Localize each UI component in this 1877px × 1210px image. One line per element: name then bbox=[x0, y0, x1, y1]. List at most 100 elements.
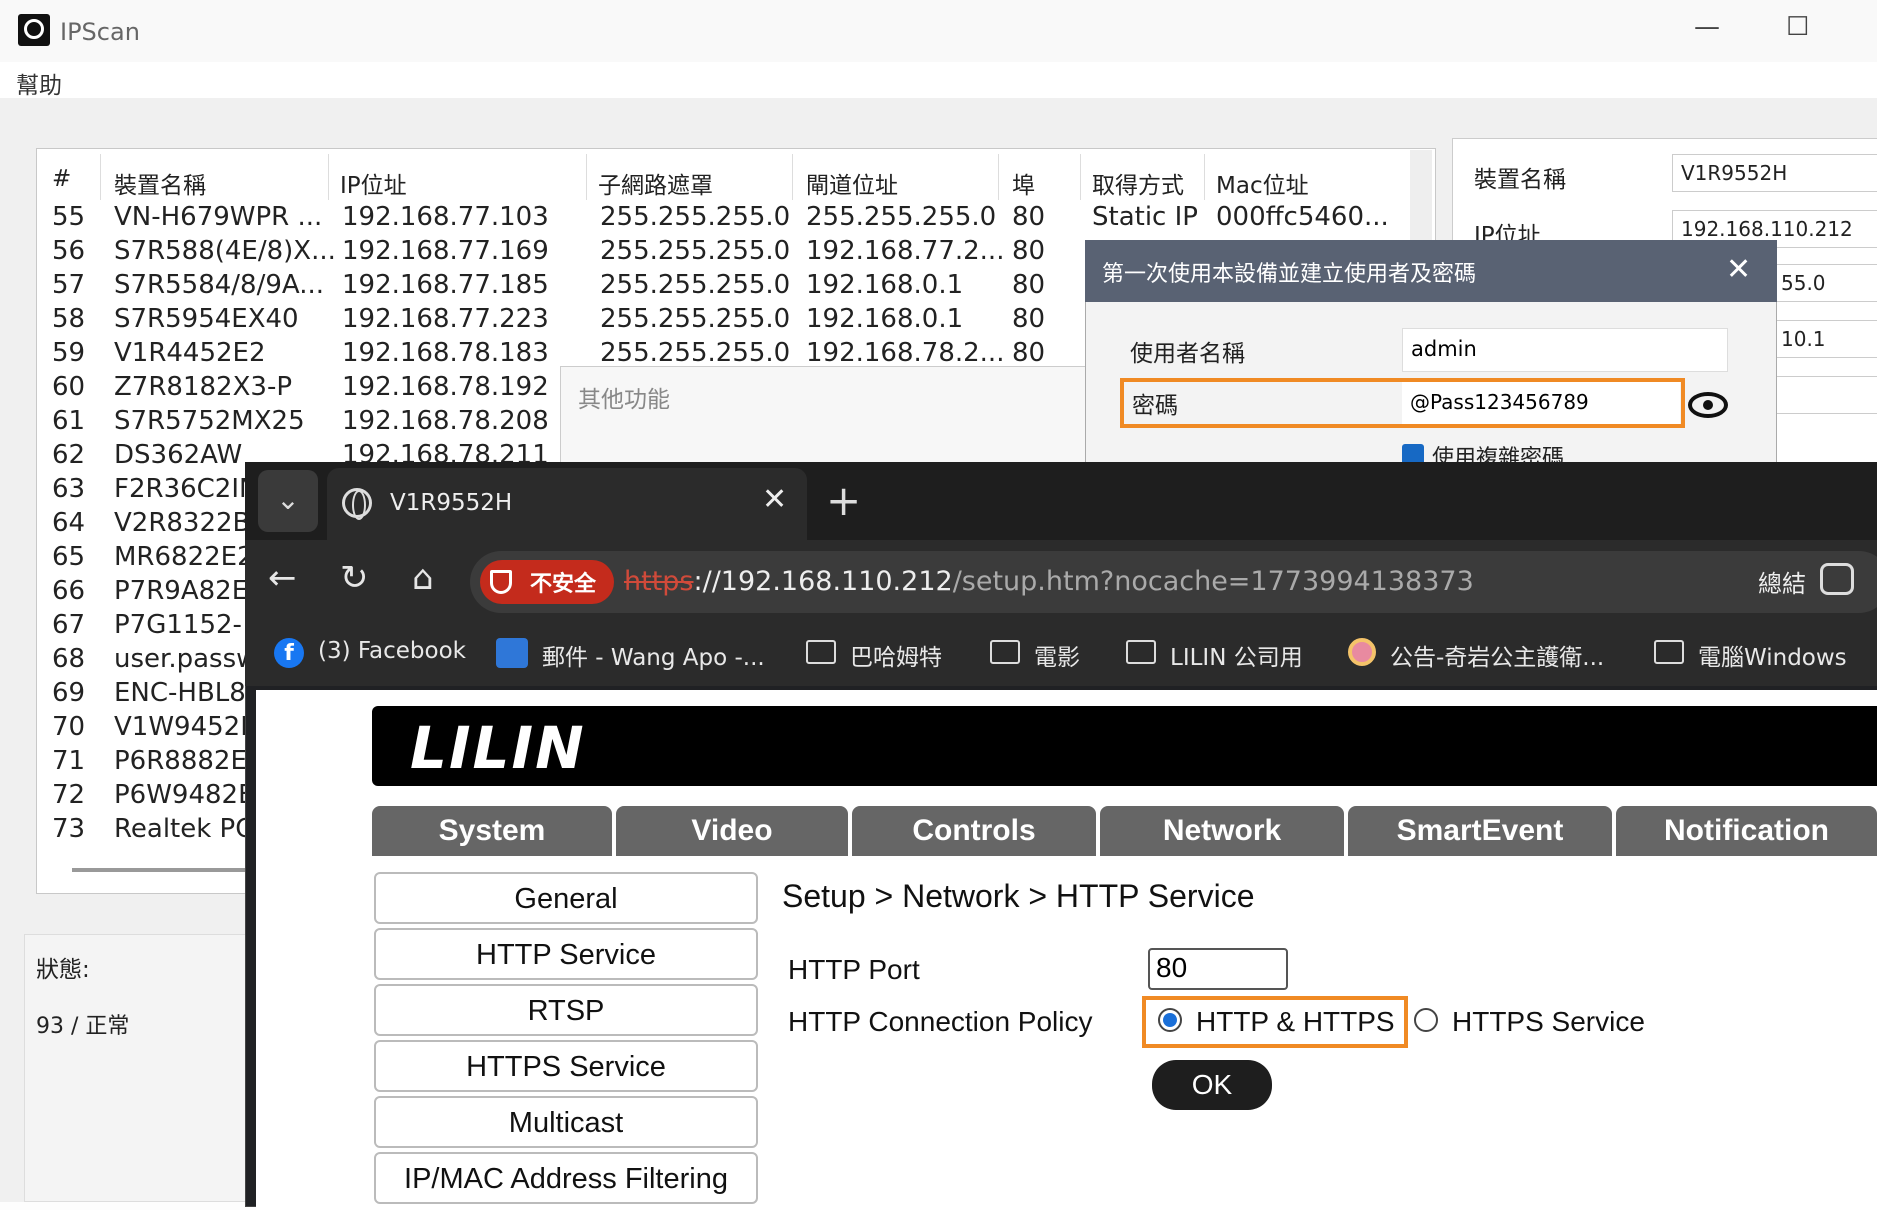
summary-label[interactable]: 總結 bbox=[1758, 564, 1806, 599]
table-cell: 192.168.78.183 bbox=[342, 338, 549, 368]
password-highlight bbox=[1120, 378, 1685, 428]
home-icon[interactable]: ⌂ bbox=[412, 558, 434, 598]
device-name-field[interactable]: V1R9552H bbox=[1672, 154, 1877, 192]
status-value: 93 / 正常 bbox=[36, 1014, 130, 1039]
ok-button[interactable]: OK bbox=[1152, 1060, 1272, 1110]
folder-icon bbox=[1654, 640, 1684, 664]
col-header-method[interactable]: 取得方式 bbox=[1092, 166, 1184, 200]
col-header-port[interactable]: 埠 bbox=[1012, 166, 1035, 200]
breadcrumb: Setup > Network > HTTP Service bbox=[782, 878, 1255, 914]
table-cell: V1R4452E2 bbox=[114, 338, 266, 368]
table-cell: V1W9452E bbox=[114, 712, 257, 742]
site-icon bbox=[1348, 638, 1376, 666]
nav-video[interactable]: Video bbox=[616, 806, 848, 856]
table-cell: 60 bbox=[52, 372, 86, 402]
radio-https-service[interactable] bbox=[1414, 1008, 1438, 1032]
http-port-input[interactable]: 80 bbox=[1148, 948, 1288, 990]
table-cell: 192.168.0.1 bbox=[806, 304, 964, 334]
menu-help[interactable]: 幫助 bbox=[16, 66, 62, 100]
url-path: /setup.htm?nocache=1773994138373 bbox=[952, 566, 1474, 597]
col-divider bbox=[328, 154, 329, 200]
facebook-icon: f bbox=[274, 638, 304, 668]
table-cell: S7R5954EX40 bbox=[114, 304, 299, 334]
app-title: IPScan bbox=[60, 18, 140, 46]
menu-bar bbox=[0, 62, 1877, 98]
tab-list-button[interactable]: ⌄ bbox=[258, 470, 318, 532]
port-field[interactable] bbox=[1772, 376, 1877, 414]
col-header-mask[interactable]: 子網路遮罩 bbox=[598, 166, 713, 200]
table-cell: 69 bbox=[52, 678, 86, 708]
gateway-field[interactable]: 10.1 bbox=[1772, 320, 1877, 358]
bookmark-bahamut[interactable]: 巴哈姆特 bbox=[850, 638, 942, 672]
table-cell: 58 bbox=[52, 304, 86, 334]
nav-smartevent[interactable]: SmartEvent bbox=[1348, 806, 1612, 856]
subnet-field[interactable]: 55.0 bbox=[1772, 264, 1877, 302]
bookmark-announcement[interactable]: 公告-奇岩公主護衛... bbox=[1390, 638, 1604, 672]
dialog-close-button[interactable]: ✕ bbox=[1726, 252, 1751, 287]
table-cell: P6R8882E2 bbox=[114, 746, 264, 776]
table-cell: 59 bbox=[52, 338, 86, 368]
table-cell: Realtek PC bbox=[114, 814, 254, 844]
col-header-mac[interactable]: Mac位址 bbox=[1216, 166, 1309, 200]
side-https-service[interactable]: HTTPS Service bbox=[374, 1040, 758, 1092]
table-cell: V2R8322BI bbox=[114, 508, 259, 538]
col-header-gateway[interactable]: 閘道位址 bbox=[806, 166, 898, 200]
bookmark-mail[interactable]: 郵件 - Wang Apo -... bbox=[542, 638, 765, 672]
back-icon[interactable]: ← bbox=[268, 558, 297, 598]
copilot-icon[interactable] bbox=[1820, 563, 1854, 595]
radio-http-https[interactable] bbox=[1158, 1008, 1182, 1032]
tab-close-button[interactable]: ✕ bbox=[762, 482, 787, 517]
policy-label: HTTP Connection Policy bbox=[788, 1006, 1093, 1037]
side-http-service[interactable]: HTTP Service bbox=[374, 928, 758, 980]
other-functions-title: 其他功能 bbox=[578, 387, 670, 413]
table-cell: S7R5584/8/9A... bbox=[114, 270, 325, 300]
nav-system[interactable]: System bbox=[372, 806, 612, 856]
col-divider bbox=[100, 154, 101, 200]
table-scrollbar[interactable] bbox=[1410, 150, 1432, 250]
col-header-index[interactable]: # bbox=[52, 166, 71, 192]
url-text[interactable]: https://192.168.110.212/setup.htm?nocach… bbox=[624, 566, 1474, 597]
bookmark-movies[interactable]: 電影 bbox=[1034, 638, 1080, 672]
table-cell: 55 bbox=[52, 202, 86, 232]
table-cell: MR6822E2 bbox=[114, 542, 254, 572]
bookmark-lilin[interactable]: LILIN 公司用 bbox=[1170, 638, 1303, 672]
http-port-label: HTTP Port bbox=[788, 954, 920, 985]
table-cell: 255.255.255.0 bbox=[600, 270, 791, 300]
url-scheme: https bbox=[624, 566, 694, 597]
col-divider bbox=[1080, 154, 1081, 200]
username-field[interactable]: admin bbox=[1402, 328, 1728, 372]
search-app-icon bbox=[18, 14, 50, 46]
table-cell: F2R36C2IN bbox=[114, 474, 259, 504]
eye-icon[interactable] bbox=[1688, 392, 1728, 418]
maximize-button[interactable]: ☐ bbox=[1786, 12, 1809, 42]
table-row[interactable]: 55 VN-H679WPR ... 192.168.77.103 255.255.25… bbox=[52, 202, 1402, 236]
dialog-title: 第一次使用本設備並建立使用者及密碼 bbox=[1102, 262, 1477, 287]
table-cell: 67 bbox=[52, 610, 86, 640]
bookmark-windows[interactable]: 電腦Windows bbox=[1698, 638, 1847, 672]
table-cell: 72 bbox=[52, 780, 86, 810]
lilin-logo: LILIN bbox=[410, 714, 586, 782]
nav-controls[interactable]: Controls bbox=[852, 806, 1096, 856]
col-header-name[interactable]: 裝置名稱 bbox=[114, 166, 206, 200]
nav-notification[interactable]: Notification bbox=[1616, 806, 1877, 856]
side-general[interactable]: General bbox=[374, 872, 758, 924]
table-cell: ENC-HBL8 bbox=[114, 678, 246, 708]
table-cell: 255.255.255.0 bbox=[600, 304, 791, 334]
table-cell: 192.168.77.185 bbox=[342, 270, 549, 300]
table-cell: 80 bbox=[1012, 270, 1046, 300]
bookmark-facebook[interactable]: (3) Facebook bbox=[318, 638, 466, 664]
new-tab-button[interactable]: + bbox=[826, 476, 861, 525]
folder-icon bbox=[806, 640, 836, 664]
side-rtsp[interactable]: RTSP bbox=[374, 984, 758, 1036]
lilin-banner bbox=[372, 706, 1877, 786]
col-divider bbox=[1204, 154, 1205, 200]
side-ip-mac-filtering[interactable]: IP/MAC Address Filtering bbox=[374, 1152, 758, 1204]
col-header-ip[interactable]: IP位址 bbox=[340, 166, 407, 200]
reload-icon[interactable]: ↻ bbox=[340, 558, 369, 598]
side-multicast[interactable]: Multicast bbox=[374, 1096, 758, 1148]
nav-network[interactable]: Network bbox=[1100, 806, 1344, 856]
table-cell: 65 bbox=[52, 542, 86, 572]
table-cell: 192.168.77.169 bbox=[342, 236, 549, 266]
table-cell: 255.255.255.0 bbox=[806, 202, 997, 232]
minimize-button[interactable]: — bbox=[1694, 12, 1720, 42]
